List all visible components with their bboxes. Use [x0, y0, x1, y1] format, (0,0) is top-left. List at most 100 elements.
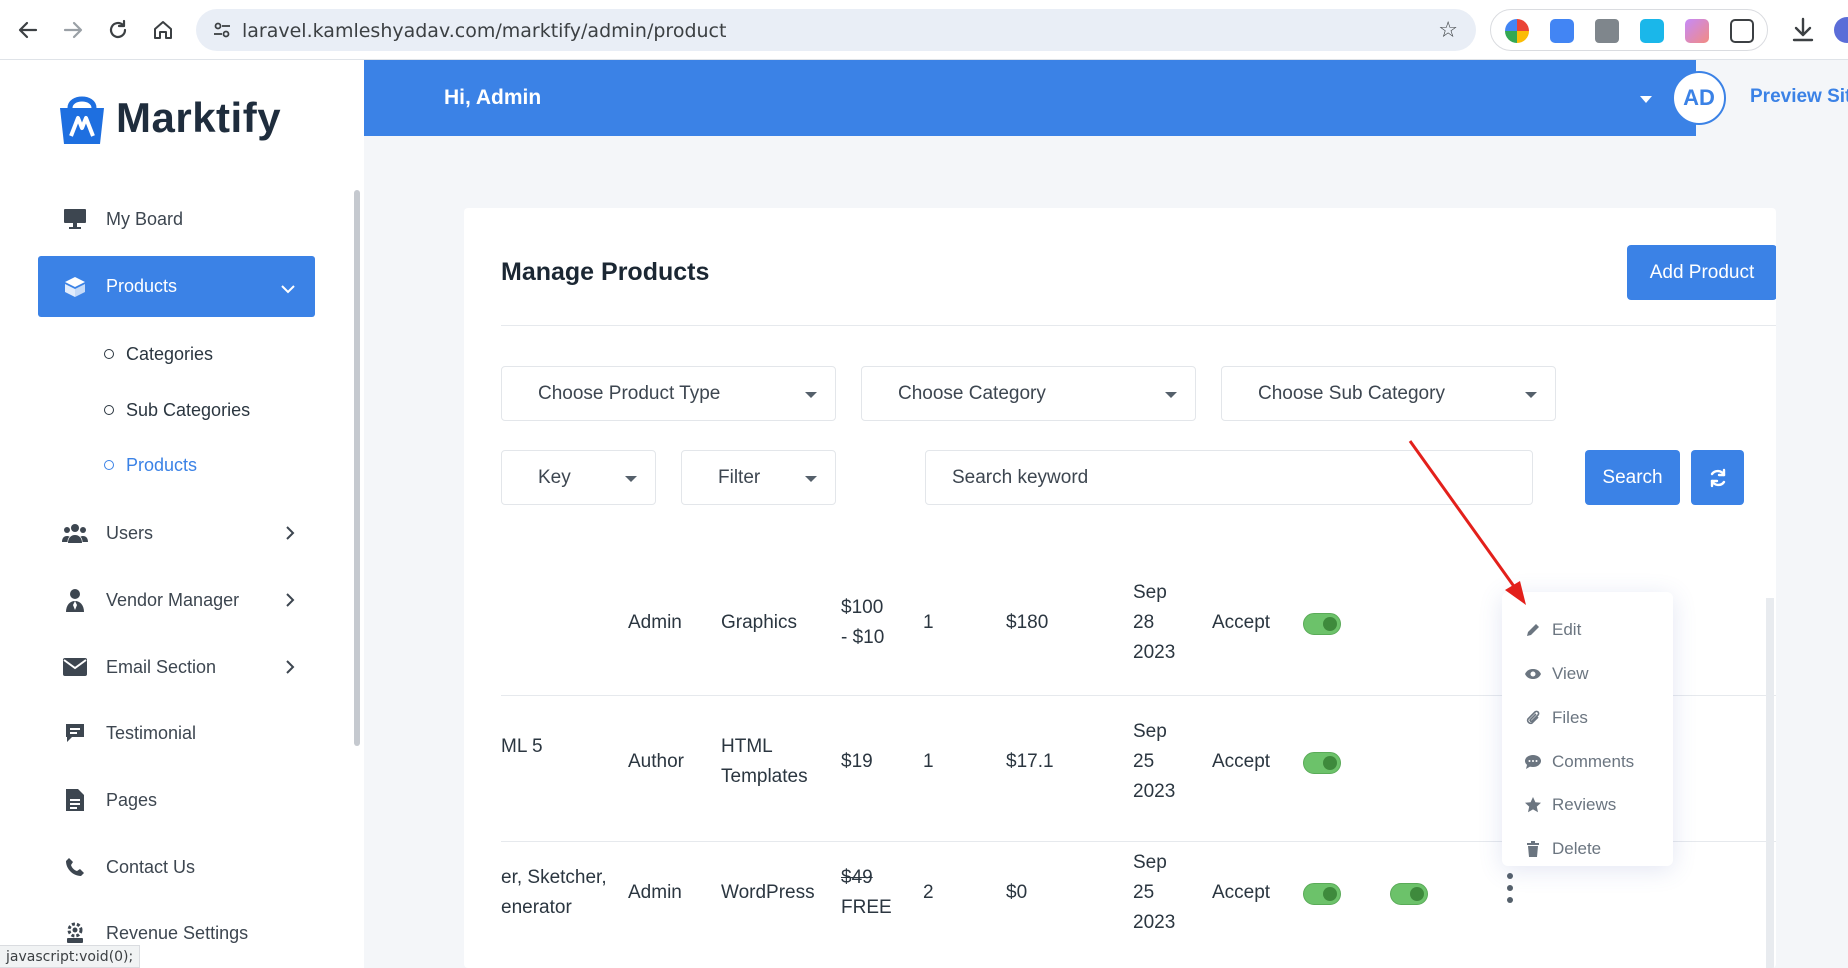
- back-icon[interactable]: [12, 14, 44, 46]
- box-icon: [62, 274, 88, 300]
- refresh-icon: [1710, 468, 1725, 487]
- sub-category-select[interactable]: Choose Sub Category: [1221, 366, 1556, 421]
- select-value: Filter: [718, 466, 761, 488]
- chevron-right-icon: [285, 654, 295, 680]
- bookmark-star-icon[interactable]: ☆: [1438, 17, 1458, 43]
- category-select[interactable]: Choose Category: [861, 366, 1196, 421]
- sidebar: Marktify My Board Products Categories Su…: [0, 60, 364, 968]
- camera-extension-icon[interactable]: [1595, 19, 1619, 43]
- add-product-button[interactable]: Add Product: [1627, 245, 1776, 300]
- sidebar-item-contact-us[interactable]: Contact Us: [38, 837, 315, 897]
- download-icon[interactable]: [1790, 16, 1816, 44]
- sidebar-item-pages[interactable]: Pages: [38, 770, 315, 830]
- pen-extension-icon[interactable]: [1685, 19, 1709, 43]
- key-select[interactable]: Key: [501, 450, 656, 505]
- sidebar-item-users[interactable]: Users: [38, 503, 315, 563]
- sidebar-subitem-categories[interactable]: Categories: [104, 340, 213, 368]
- filter-select[interactable]: Filter: [681, 450, 836, 505]
- cell-author: Admin: [628, 612, 682, 633]
- settings-icon: [62, 920, 88, 946]
- status-toggle[interactable]: [1303, 752, 1341, 774]
- product-type-select[interactable]: Choose Product Type: [501, 366, 836, 421]
- forward-icon[interactable]: [57, 14, 89, 46]
- brand-name: Marktify: [116, 94, 282, 141]
- url-text[interactable]: laravel.kamleshyadav.com/marktify/admin/…: [242, 20, 726, 42]
- sidebar-item-vendor-manager[interactable]: Vendor Manager: [38, 570, 315, 630]
- chevron-right-icon: [285, 520, 295, 546]
- cell-price: FREE: [841, 897, 892, 918]
- table-scrollbar[interactable]: [1766, 598, 1774, 968]
- browser-toolbar: laravel.kamleshyadav.com/marktify/admin/…: [0, 0, 1848, 60]
- row-actions-menu: Edit View Files Comments Reviews Delete: [1502, 592, 1673, 866]
- menu-item-label: Comments: [1552, 752, 1635, 771]
- sidebar-item-email-section[interactable]: Email Section: [38, 637, 315, 697]
- comments-icon: [1524, 753, 1542, 771]
- phone-icon: [62, 854, 88, 880]
- vendor-icon: [62, 587, 88, 613]
- home-icon[interactable]: [147, 14, 179, 46]
- chevron-down-icon: [281, 274, 295, 300]
- menu-item-label: Delete: [1552, 839, 1602, 858]
- sidebar-item-products[interactable]: Products: [38, 256, 315, 317]
- trash-icon: [1524, 840, 1542, 858]
- sidebar-item-label: My Board: [106, 208, 184, 229]
- vimeo-extension-icon[interactable]: [1640, 19, 1664, 43]
- cell-product-name-2: enerator: [501, 897, 572, 918]
- sidebar-item-testimonial[interactable]: Testimonial: [38, 703, 315, 763]
- menu-item-label: Edit: [1552, 620, 1582, 639]
- sidebar-subitem-label: Products: [126, 454, 198, 475]
- sidebar-item-label: Testimonial: [106, 722, 197, 743]
- browser-profile-avatar[interactable]: [1834, 17, 1848, 43]
- menu-item-files[interactable]: Files: [1524, 703, 1588, 733]
- search-placeholder: Search keyword: [952, 466, 1089, 488]
- chevron-right-icon: [285, 587, 295, 613]
- menu-item-comments[interactable]: Comments: [1524, 747, 1634, 777]
- menu-item-delete[interactable]: Delete: [1524, 834, 1601, 864]
- site-info-icon[interactable]: [212, 20, 232, 40]
- refresh-button[interactable]: [1691, 450, 1744, 505]
- search-input[interactable]: Search keyword: [925, 450, 1533, 505]
- sidebar-item-label: Pages: [106, 789, 158, 810]
- cell-price: $19: [841, 751, 873, 772]
- preview-site-link[interactable]: Preview Site: [1750, 86, 1848, 108]
- menu-item-view[interactable]: View: [1524, 659, 1589, 689]
- search-button[interactable]: Search: [1585, 450, 1680, 505]
- sidebar-item-my-board[interactable]: My Board: [38, 189, 315, 249]
- browser-status-bar: javascript:void(0);: [0, 945, 141, 968]
- cell-date-year: 2023: [1133, 642, 1176, 663]
- status-toggle[interactable]: [1303, 883, 1341, 905]
- caret-down-icon: [1165, 392, 1177, 398]
- address-bar[interactable]: laravel.kamleshyadav.com/marktify/admin/…: [196, 9, 1476, 51]
- cell-author: Author: [628, 751, 684, 772]
- caret-down-icon: [805, 392, 817, 398]
- featured-toggle[interactable]: [1390, 883, 1428, 905]
- status-toggle[interactable]: [1303, 613, 1341, 635]
- avatar[interactable]: AD: [1672, 71, 1726, 125]
- sidebar-subitem-products[interactable]: Products: [104, 451, 197, 479]
- logo[interactable]: Marktify: [56, 90, 281, 146]
- reload-icon[interactable]: [102, 14, 134, 46]
- select-value: Key: [538, 466, 571, 488]
- user-dropdown-caret-icon[interactable]: [1640, 96, 1652, 103]
- pencil-icon: [1524, 621, 1542, 639]
- puzzle-extensions-icon[interactable]: [1730, 19, 1754, 43]
- translate-extension-icon[interactable]: [1550, 19, 1574, 43]
- cell-author: Admin: [628, 882, 682, 903]
- more-options-icon[interactable]: [1502, 873, 1518, 903]
- color-picker-extension-icon[interactable]: [1505, 19, 1529, 43]
- caret-down-icon: [805, 476, 817, 482]
- cell-date-year: 2023: [1133, 781, 1176, 802]
- sidebar-subitem-sub-categories[interactable]: Sub Categories: [104, 396, 250, 424]
- circle-bullet-icon: [104, 405, 114, 415]
- sidebar-scrollbar[interactable]: [354, 190, 360, 746]
- document-icon: [62, 787, 88, 813]
- divider: [501, 325, 1776, 326]
- eye-icon: [1524, 665, 1542, 683]
- menu-item-edit[interactable]: Edit: [1524, 615, 1581, 645]
- toggle-knob: [1323, 756, 1337, 770]
- sidebar-subitem-label: Categories: [126, 343, 214, 364]
- cell-status: Accept: [1212, 882, 1271, 903]
- top-header: Hi, Admin: [364, 60, 1696, 136]
- toggle-knob: [1323, 617, 1337, 631]
- menu-item-reviews[interactable]: Reviews: [1524, 790, 1616, 820]
